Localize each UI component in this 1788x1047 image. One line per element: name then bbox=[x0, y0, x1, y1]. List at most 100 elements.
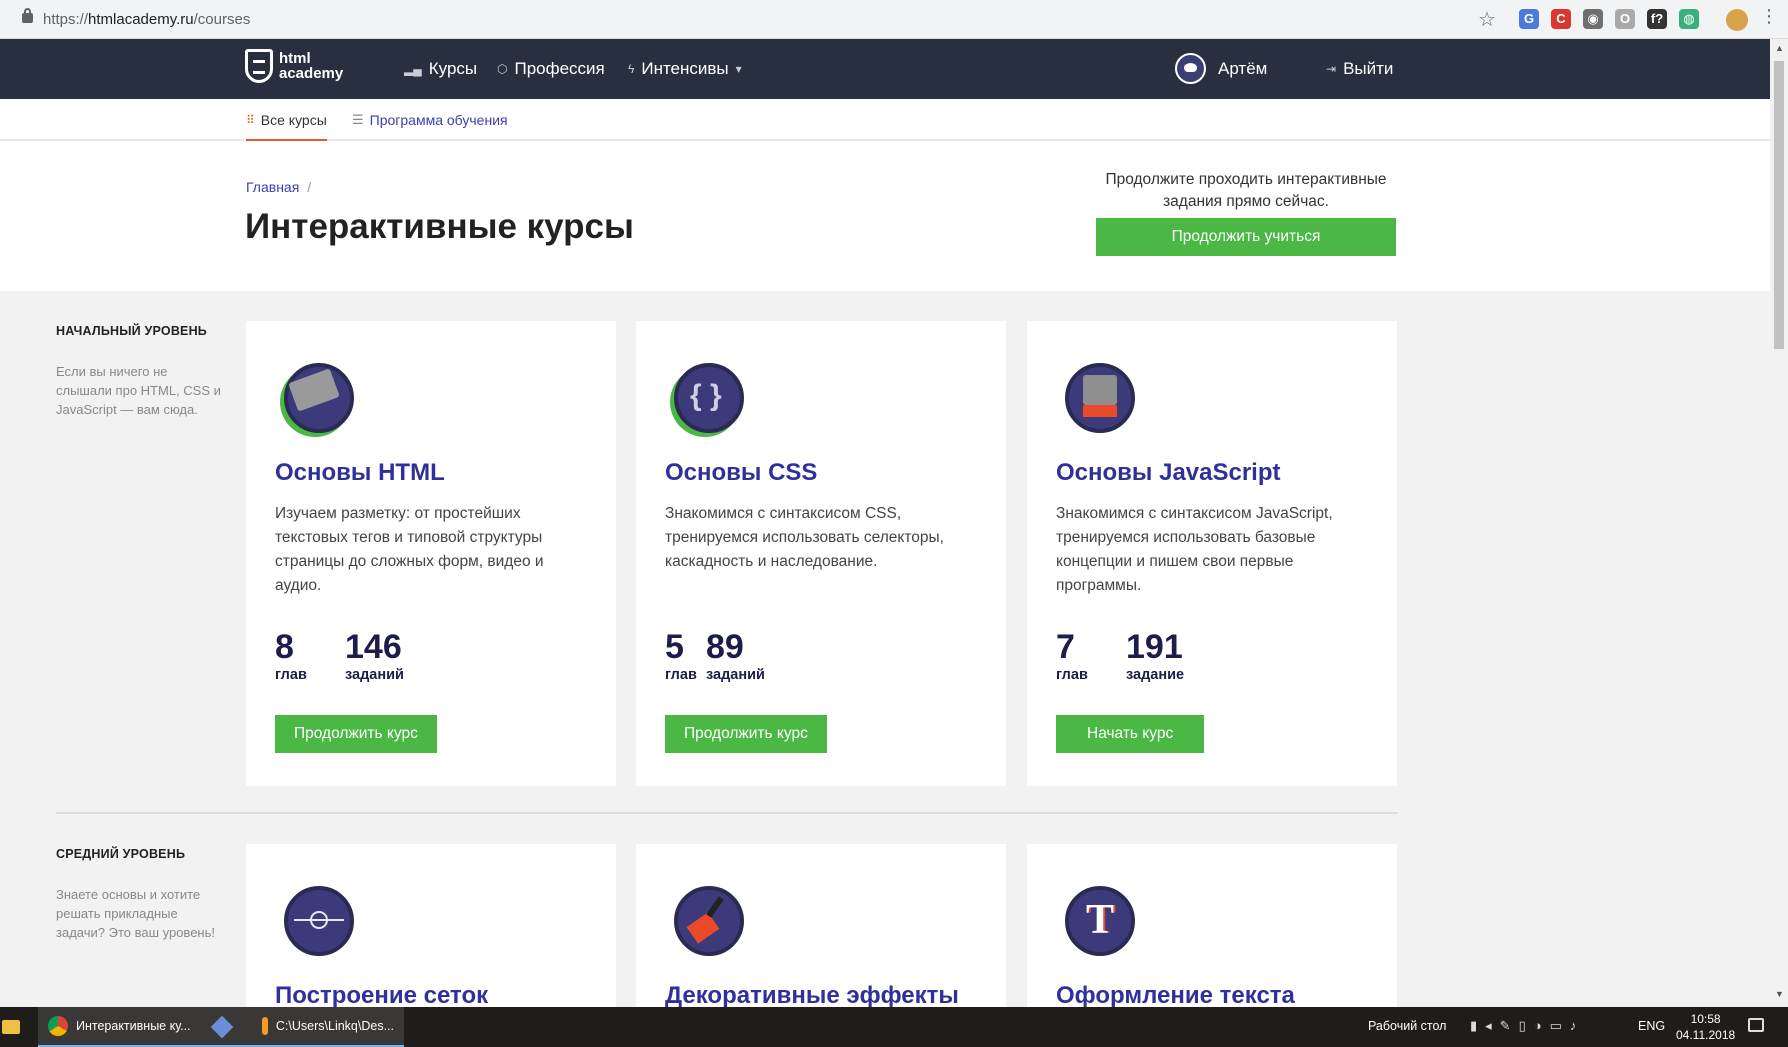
vertical-scrollbar[interactable]: ▲ ▼ bbox=[1770, 39, 1788, 1007]
site-header: html academy ▂▄ Курсы ⬡ Профессия ϟ Инте… bbox=[0, 39, 1770, 99]
extension-icon[interactable]: O bbox=[1615, 9, 1635, 29]
tray-icons[interactable]: ▮◂✎▯◑▭♪ bbox=[1470, 1018, 1584, 1034]
taskbar-sublime[interactable]: C:\Users\Linkq\Des... bbox=[252, 1007, 404, 1047]
breadcrumb-separator: / bbox=[307, 179, 312, 195]
chapters-label: глав bbox=[665, 667, 697, 683]
tab-all-courses[interactable]: ⠿ Все курсы bbox=[246, 112, 327, 142]
scroll-down-icon[interactable]: ▼ bbox=[1775, 989, 1784, 999]
desktop-toolbar-label[interactable]: Рабочий стол bbox=[1368, 1019, 1446, 1033]
clock-time: 10:58 bbox=[1690, 1012, 1721, 1026]
continue-learning-button[interactable]: Продолжить учиться bbox=[1096, 218, 1396, 256]
extension-icon[interactable]: f? bbox=[1647, 9, 1667, 29]
logo-text: html academy bbox=[279, 51, 343, 81]
nav-intensives[interactable]: ϟ Интенсивы ▾ bbox=[628, 59, 742, 79]
url-host: htmlacademy.ru bbox=[88, 11, 194, 28]
course-card-css: { } Основы CSS Знакомимся с синтаксисом … bbox=[636, 321, 1006, 786]
tasks-count: 191 bbox=[1126, 628, 1183, 666]
course-title[interactable]: Основы JavaScript bbox=[1056, 459, 1281, 487]
taskbar-git[interactable] bbox=[204, 1007, 240, 1047]
scroll-up-icon[interactable]: ▲ bbox=[1775, 43, 1784, 53]
sub-navigation: ⠿ Все курсы ☰ Программа обучения bbox=[0, 99, 1770, 142]
tasks-label: задание bbox=[1126, 667, 1185, 683]
extension-icon[interactable]: ◉ bbox=[1583, 9, 1603, 29]
course-title[interactable]: Оформление текста bbox=[1056, 982, 1295, 1010]
level-desc-intermediate: Знаете основы и хотите решать прикладные… bbox=[56, 887, 215, 940]
start-course-button[interactable]: Начать курс bbox=[1056, 715, 1205, 753]
course-title[interactable]: Построение сеток bbox=[275, 982, 488, 1010]
nav-intensives-label: Интенсивы bbox=[641, 59, 729, 78]
language-indicator[interactable]: ENG bbox=[1638, 1019, 1665, 1033]
profile-avatar[interactable] bbox=[1726, 9, 1748, 31]
address-bar[interactable]: https://htmlacademy.ru/courses bbox=[43, 11, 250, 28]
lock-icon bbox=[22, 8, 33, 23]
level-title-beginner: НАЧАЛЬНЫЙ УРОВЕНЬ bbox=[56, 324, 207, 338]
tasks-stat: 191 задание bbox=[1126, 629, 1184, 683]
course-card-html: Основы HTML Изучаем разметку: от простей… bbox=[246, 321, 616, 786]
courses-content: НАЧАЛЬНЫЙ УРОВЕНЬ Если вы ничего не слыш… bbox=[0, 291, 1770, 1044]
lightning-icon: ϟ bbox=[628, 62, 635, 76]
extension-icon[interactable]: ◍ bbox=[1679, 9, 1699, 29]
letter-t-icon: T bbox=[1065, 886, 1135, 956]
chevron-down-icon: ▾ bbox=[735, 62, 742, 76]
nav-courses[interactable]: ▂▄ Курсы bbox=[404, 59, 477, 79]
course-title[interactable]: Основы CSS bbox=[665, 459, 817, 487]
chapters-count: 7 bbox=[1056, 628, 1075, 666]
clock-date: 04.11.2018 bbox=[1676, 1028, 1736, 1042]
course-card-javascript: Основы JavaScript Знакомимся с синтаксис… bbox=[1027, 321, 1397, 786]
tab-all-courses-label: Все курсы bbox=[260, 112, 327, 128]
lego-brick-icon bbox=[284, 363, 354, 433]
chrome-icon bbox=[48, 1016, 68, 1036]
tasks-label: заданий bbox=[706, 667, 765, 683]
extension-icon[interactable]: G bbox=[1519, 9, 1539, 29]
url-prefix: https:// bbox=[43, 11, 89, 28]
chapters-stat: 8 глав bbox=[275, 629, 307, 683]
course-description: Знакомимся с синтаксисом JavaScript, тре… bbox=[1056, 505, 1333, 594]
user-avatar[interactable] bbox=[1175, 53, 1206, 84]
continue-course-button[interactable]: Продолжить курс bbox=[665, 715, 827, 753]
git-icon bbox=[210, 1015, 234, 1039]
logo-line2: academy bbox=[279, 65, 344, 82]
promo-text: Продолжите проходить интерактивные задан… bbox=[1105, 171, 1387, 210]
page-header: Главная / Интерактивные курсы Продолжите … bbox=[0, 141, 1770, 291]
rubiks-cube-icon bbox=[1065, 363, 1135, 433]
logo-shield-icon bbox=[245, 49, 273, 83]
browser-toolbar: https://htmlacademy.ru/courses ☆ G C ◉ Of? ◍… bbox=[0, 0, 1788, 39]
sublime-icon bbox=[262, 1017, 268, 1035]
logo[interactable]: html academy bbox=[245, 49, 343, 83]
tab-program[interactable]: ☰ Программа обучения bbox=[352, 112, 508, 128]
chapters-count: 8 bbox=[275, 628, 294, 666]
extension-icon[interactable]: C bbox=[1551, 9, 1571, 29]
tasks-label: заданий bbox=[345, 667, 404, 683]
breadcrumb-home[interactable]: Главная bbox=[246, 179, 299, 195]
notifications-icon[interactable] bbox=[1748, 1018, 1764, 1032]
nav-profession[interactable]: ⬡ Профессия bbox=[497, 59, 605, 79]
taskbar-sublime-label: C:\Users\Linkq\Des... bbox=[275, 1019, 394, 1033]
list-icon: ☰ bbox=[352, 112, 364, 127]
breadcrumb: Главная / bbox=[246, 179, 311, 195]
logout-link[interactable]: ⇥ Выйти bbox=[1326, 59, 1393, 79]
browser-menu-icon[interactable]: ⋮ bbox=[1760, 6, 1778, 27]
scroll-thumb[interactable] bbox=[1774, 61, 1784, 349]
user-name[interactable]: Артём bbox=[1218, 59, 1267, 79]
file-explorer-icon[interactable] bbox=[2, 1020, 20, 1034]
chapters-label: глав bbox=[275, 667, 307, 683]
tasks-count: 146 bbox=[345, 628, 402, 666]
url-path: /courses bbox=[193, 11, 251, 28]
paint-brush-icon bbox=[674, 886, 744, 956]
bookmark-star-icon[interactable]: ☆ bbox=[1478, 7, 1496, 32]
logout-icon: ⇥ bbox=[1326, 62, 1337, 76]
logout-label: Выйти bbox=[1343, 59, 1394, 78]
course-title[interactable]: Декоративные эффекты bbox=[665, 982, 959, 1010]
continue-course-button[interactable]: Продолжить курс bbox=[275, 715, 437, 753]
course-title[interactable]: Основы HTML bbox=[275, 459, 445, 487]
tasks-count: 89 bbox=[706, 628, 744, 666]
tasks-stat: 89 заданий bbox=[706, 629, 765, 683]
course-description: Знакомимся с синтаксисом CSS, тренируемс… bbox=[665, 505, 944, 570]
level-title-intermediate: СРЕДНИЙ УРОВЕНЬ bbox=[56, 847, 186, 861]
chapters-stat: 7 глав bbox=[1056, 629, 1088, 683]
letter-t-glyph: T bbox=[1086, 897, 1115, 943]
chapters-count: 5 bbox=[665, 628, 684, 666]
level-divider bbox=[56, 812, 1398, 814]
clock[interactable]: 10:58 04.11.2018 bbox=[1676, 1011, 1735, 1043]
course-description: Изучаем разметку: от простейших текстовы… bbox=[275, 505, 544, 594]
